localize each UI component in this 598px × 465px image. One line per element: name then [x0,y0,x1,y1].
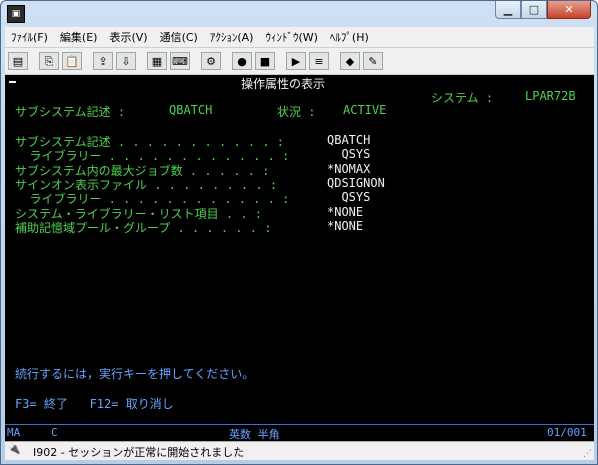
status-message: I902 - セッションが正常に開始されました [33,446,245,459]
close-button[interactable]: ✕ [547,1,591,19]
app-icon[interactable]: ▣ [7,5,25,23]
input-mode: 英数 半角 [229,428,280,441]
field-value: *NONE [327,205,364,219]
record-macro-icon[interactable]: ● [232,52,252,70]
screen-title: 操作属性の表示 [241,77,326,91]
stop-macro-icon[interactable]: ■ [255,52,275,70]
window-controls: ▁ □ ✕ [495,1,591,21]
print-screen-icon[interactable]: ▤ [8,52,28,70]
status-bar: 🔌 I902 - セッションが正常に開始されました ⋰ [5,441,594,460]
color-map-icon[interactable]: ◆ [340,52,360,70]
subsystem-label: サブシステム記述 : [15,105,126,119]
menu-window[interactable]: ｳｨﾝﾄﾞｳ(W) [259,29,323,45]
field-value: QBATCH [327,133,371,147]
field-value: QSYS [327,190,371,204]
subsystem-value: QBATCH [169,103,213,117]
oia-mode: C [51,426,58,439]
text-cursor [9,81,16,83]
menu-help[interactable]: ﾍﾙﾌﾟ(H) [324,29,375,45]
menu-bar: ﾌｧｲﾙ(F) 編集(E) 表示(V) 通信(C) ｱｸｼｮﾝ(A) ｳｨﾝﾄﾞ… [5,27,594,48]
status-label: 状況 : [277,105,316,119]
operator-info-area: MA C 英数 半角 01/001 [5,424,594,441]
field-label: 補助記憶域プール・グループ . . . . . . : [15,221,272,235]
field-value: *NOMAX [327,162,371,176]
copy-icon[interactable]: ⎘ [39,52,59,70]
oia-indicator: MA [7,426,21,439]
instruction-text: 続行するには，実行キーを押してください。 [15,367,255,381]
system-label: システム : [431,91,494,105]
keyboard-icon[interactable]: ⌨ [170,52,190,70]
terminal-screen[interactable]: 操作属性の表示 システム : LPAR72B サブシステム記述 : QBATCH… [5,75,594,424]
receive-file-icon[interactable]: ⇩ [116,52,136,70]
menu-action[interactable]: ｱｸｼｮﾝ(A) [204,29,260,45]
toolbar: ▤ ⎘ 📋 ⇪ ⇩ ▦ ⌨ ⚙ ● ■ ▶ ≡ ◆ ✎ [5,48,594,75]
paste-icon[interactable]: 📋 [62,52,82,70]
display-icon[interactable]: ▦ [147,52,167,70]
status-value: ACTIVE [343,103,387,117]
send-file-icon[interactable]: ⇪ [93,52,113,70]
menu-view[interactable]: 表示(V) [103,29,153,45]
resize-grip[interactable]: ⋰ [583,449,592,459]
function-keys: F3= 終了 F12= 取り消し [15,397,174,411]
emulator-window: ▣ ▁ □ ✕ ﾌｧｲﾙ(F) 編集(E) 表示(V) 通信(C) ｱｸｼｮﾝ(… [0,0,598,465]
macro-list-icon[interactable]: ≡ [309,52,329,70]
system-value: LPAR72B [525,89,576,103]
cursor-position: 01/001 [547,426,587,439]
maximize-button[interactable]: □ [521,1,547,19]
menu-communication[interactable]: 通信(C) [154,29,204,45]
settings-icon[interactable]: ⚙ [201,52,221,70]
menu-file[interactable]: ﾌｧｲﾙ(F) [5,29,54,45]
connection-icon: 🔌 [8,444,21,455]
tools-icon[interactable]: ✎ [363,52,383,70]
field-value: QSYS [327,147,371,161]
menu-edit[interactable]: 編集(E) [54,29,104,45]
field-value: QDSIGNON [327,176,385,190]
minimize-button[interactable]: ▁ [495,1,521,19]
play-macro-icon[interactable]: ▶ [286,52,306,70]
title-bar: ▣ ▁ □ ✕ [1,1,597,25]
field-value: *NONE [327,219,364,233]
